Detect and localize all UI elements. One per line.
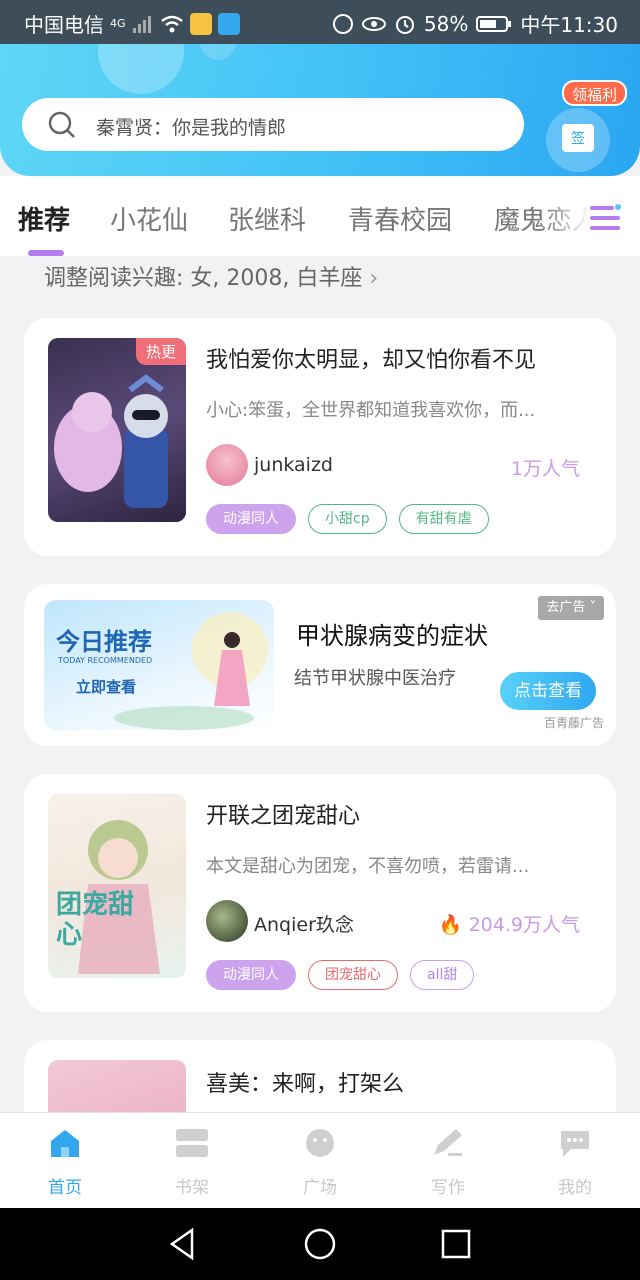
book-desc: 本文是甜心为团宠，不喜勿喷，若雷请... bbox=[206, 856, 530, 877]
remove-ad-button[interactable]: 去广告 ˅ bbox=[538, 596, 604, 620]
tag-list: 动漫同人 团宠甜心 all甜 bbox=[206, 960, 475, 990]
battery-icon bbox=[476, 15, 512, 32]
nav-mine[interactable]: 我的 bbox=[535, 1127, 615, 1198]
reading-interest-link[interactable]: 调整阅读兴趣: 女, 2008, 白羊座 › bbox=[44, 260, 378, 292]
tab-zhangjike[interactable]: 张继科 bbox=[228, 200, 306, 237]
bottom-navigation: 首页 书架 广场 写作 我的 bbox=[0, 1112, 640, 1208]
search-bar[interactable]: 秦霄贤：你是我的情郎 bbox=[22, 98, 524, 151]
network-label: 4G bbox=[110, 17, 126, 30]
cover-title: 团宠甜心 bbox=[56, 890, 135, 950]
gift-icon: 签 bbox=[562, 124, 594, 152]
clock: 中午11:30 bbox=[520, 13, 618, 37]
eye-icon bbox=[361, 16, 386, 31]
chevron-right-icon: › bbox=[369, 266, 379, 291]
nfc-icon bbox=[332, 13, 353, 34]
system-nav-bar bbox=[0, 1208, 640, 1280]
signal-icon bbox=[132, 15, 151, 33]
tag-list: 动漫同人 小甜cp 有甜有虐 bbox=[206, 504, 489, 534]
ad-illustration bbox=[114, 612, 268, 730]
qq-icon bbox=[217, 12, 240, 35]
category-tabs: 推荐 小花仙 张继科 青春校园 魔鬼恋人 bbox=[0, 176, 640, 256]
category-menu-icon[interactable] bbox=[588, 202, 622, 234]
carrier-label: 中国电信 bbox=[24, 13, 104, 37]
bookshelf-icon bbox=[176, 1129, 208, 1157]
book-card[interactable]: 热更 我怕爱你太明显，却又怕你看不见 小心:笨蛋，全世界都知道我喜欢你，而...… bbox=[24, 318, 616, 556]
nav-bookshelf[interactable]: 书架 bbox=[152, 1127, 232, 1198]
book-cover: 热更 bbox=[48, 338, 186, 522]
ad-view-button[interactable]: 点击查看 bbox=[500, 672, 596, 710]
author-name: junkaizd bbox=[254, 454, 333, 476]
book-card[interactable]: 团宠甜心 开联之团宠甜心 本文是甜心为团宠，不喜勿喷，若雷请... Anqier… bbox=[24, 774, 616, 1012]
ad-source-label: 百青藤广告 bbox=[543, 716, 604, 730]
interest-text: 调整阅读兴趣: 女, 2008, 白羊座 bbox=[44, 266, 363, 291]
welfare-badge: 领福利 bbox=[562, 80, 628, 106]
back-icon[interactable] bbox=[164, 1226, 200, 1262]
header-banner: 秦霄贤：你是我的情郎 领福利 签 bbox=[0, 44, 640, 176]
plaza-icon bbox=[306, 1129, 334, 1157]
popularity-count: 🔥 204.9万人气 bbox=[438, 914, 580, 936]
write-icon bbox=[434, 1129, 462, 1156]
book-title: 开联之团宠甜心 bbox=[206, 804, 361, 829]
tabs-fade bbox=[540, 176, 590, 256]
author-name: Anqier玖念 bbox=[254, 914, 354, 936]
decor-bubble bbox=[200, 44, 236, 60]
flame-icon: 🔥 bbox=[438, 914, 463, 936]
avatar bbox=[206, 900, 248, 942]
ad-card[interactable]: 今日推荐 TODAY RECOMMENDED 立即查看 去广告 ˅ 甲状腺病变的… bbox=[24, 584, 616, 746]
tag[interactable]: all甜 bbox=[410, 960, 475, 990]
home-icon bbox=[51, 1130, 79, 1157]
tab-indicator bbox=[28, 250, 64, 256]
tag[interactable]: 动漫同人 bbox=[206, 960, 296, 990]
book-title: 喜美：来啊，打架么 bbox=[206, 1072, 405, 1097]
home-button-icon[interactable] bbox=[302, 1226, 338, 1262]
hot-update-badge: 热更 bbox=[135, 338, 186, 365]
ad-subtitle: 结节甲状腺中医治疗 bbox=[294, 668, 456, 689]
tag[interactable]: 小甜cp bbox=[308, 504, 387, 534]
app-root: 中国电信 4G 58% 中午11:30 秦霄贤：你是我的情郎 领福利 签 推荐 … bbox=[0, 0, 640, 1280]
cover-illustration bbox=[78, 820, 160, 974]
avatar bbox=[206, 444, 248, 486]
ad-banner-image: 今日推荐 TODAY RECOMMENDED 立即查看 bbox=[44, 600, 274, 730]
cover-illustration bbox=[54, 374, 168, 508]
recents-icon[interactable] bbox=[438, 1226, 474, 1262]
tag[interactable]: 团宠甜心 bbox=[308, 960, 398, 990]
battery-percent: 58% bbox=[423, 11, 469, 36]
welfare-button[interactable]: 领福利 签 bbox=[540, 80, 632, 176]
weibo-icon bbox=[189, 12, 212, 35]
nav-home[interactable]: 首页 bbox=[25, 1127, 105, 1198]
wifi-icon bbox=[160, 15, 183, 32]
tag[interactable]: 有甜有虐 bbox=[398, 504, 489, 534]
nav-write[interactable]: 写作 bbox=[408, 1127, 488, 1198]
tab-recommend[interactable]: 推荐 bbox=[18, 200, 70, 237]
search-placeholder: 秦霄贤：你是我的情郎 bbox=[96, 117, 287, 139]
alarm-icon bbox=[395, 15, 414, 34]
nav-plaza[interactable]: 广场 bbox=[280, 1127, 360, 1198]
tab-campus[interactable]: 青春校园 bbox=[348, 200, 452, 237]
chat-icon bbox=[561, 1131, 589, 1157]
search-icon bbox=[48, 111, 75, 138]
book-title: 我怕爱你太明显，却又怕你看不见 bbox=[206, 348, 537, 373]
ad-title: 甲状腺病变的症状 bbox=[296, 622, 488, 650]
tag[interactable]: 动漫同人 bbox=[206, 504, 296, 534]
tab-xiaohuaxian[interactable]: 小花仙 bbox=[110, 200, 188, 237]
popularity-count: 1万人气 bbox=[510, 458, 580, 480]
book-cover: 团宠甜心 bbox=[48, 794, 186, 978]
book-desc: 小心:笨蛋，全世界都知道我喜欢你，而... bbox=[206, 400, 536, 421]
status-bar: 中国电信 4G 58% 中午11:30 bbox=[0, 0, 640, 44]
decor-bubble bbox=[98, 44, 184, 94]
